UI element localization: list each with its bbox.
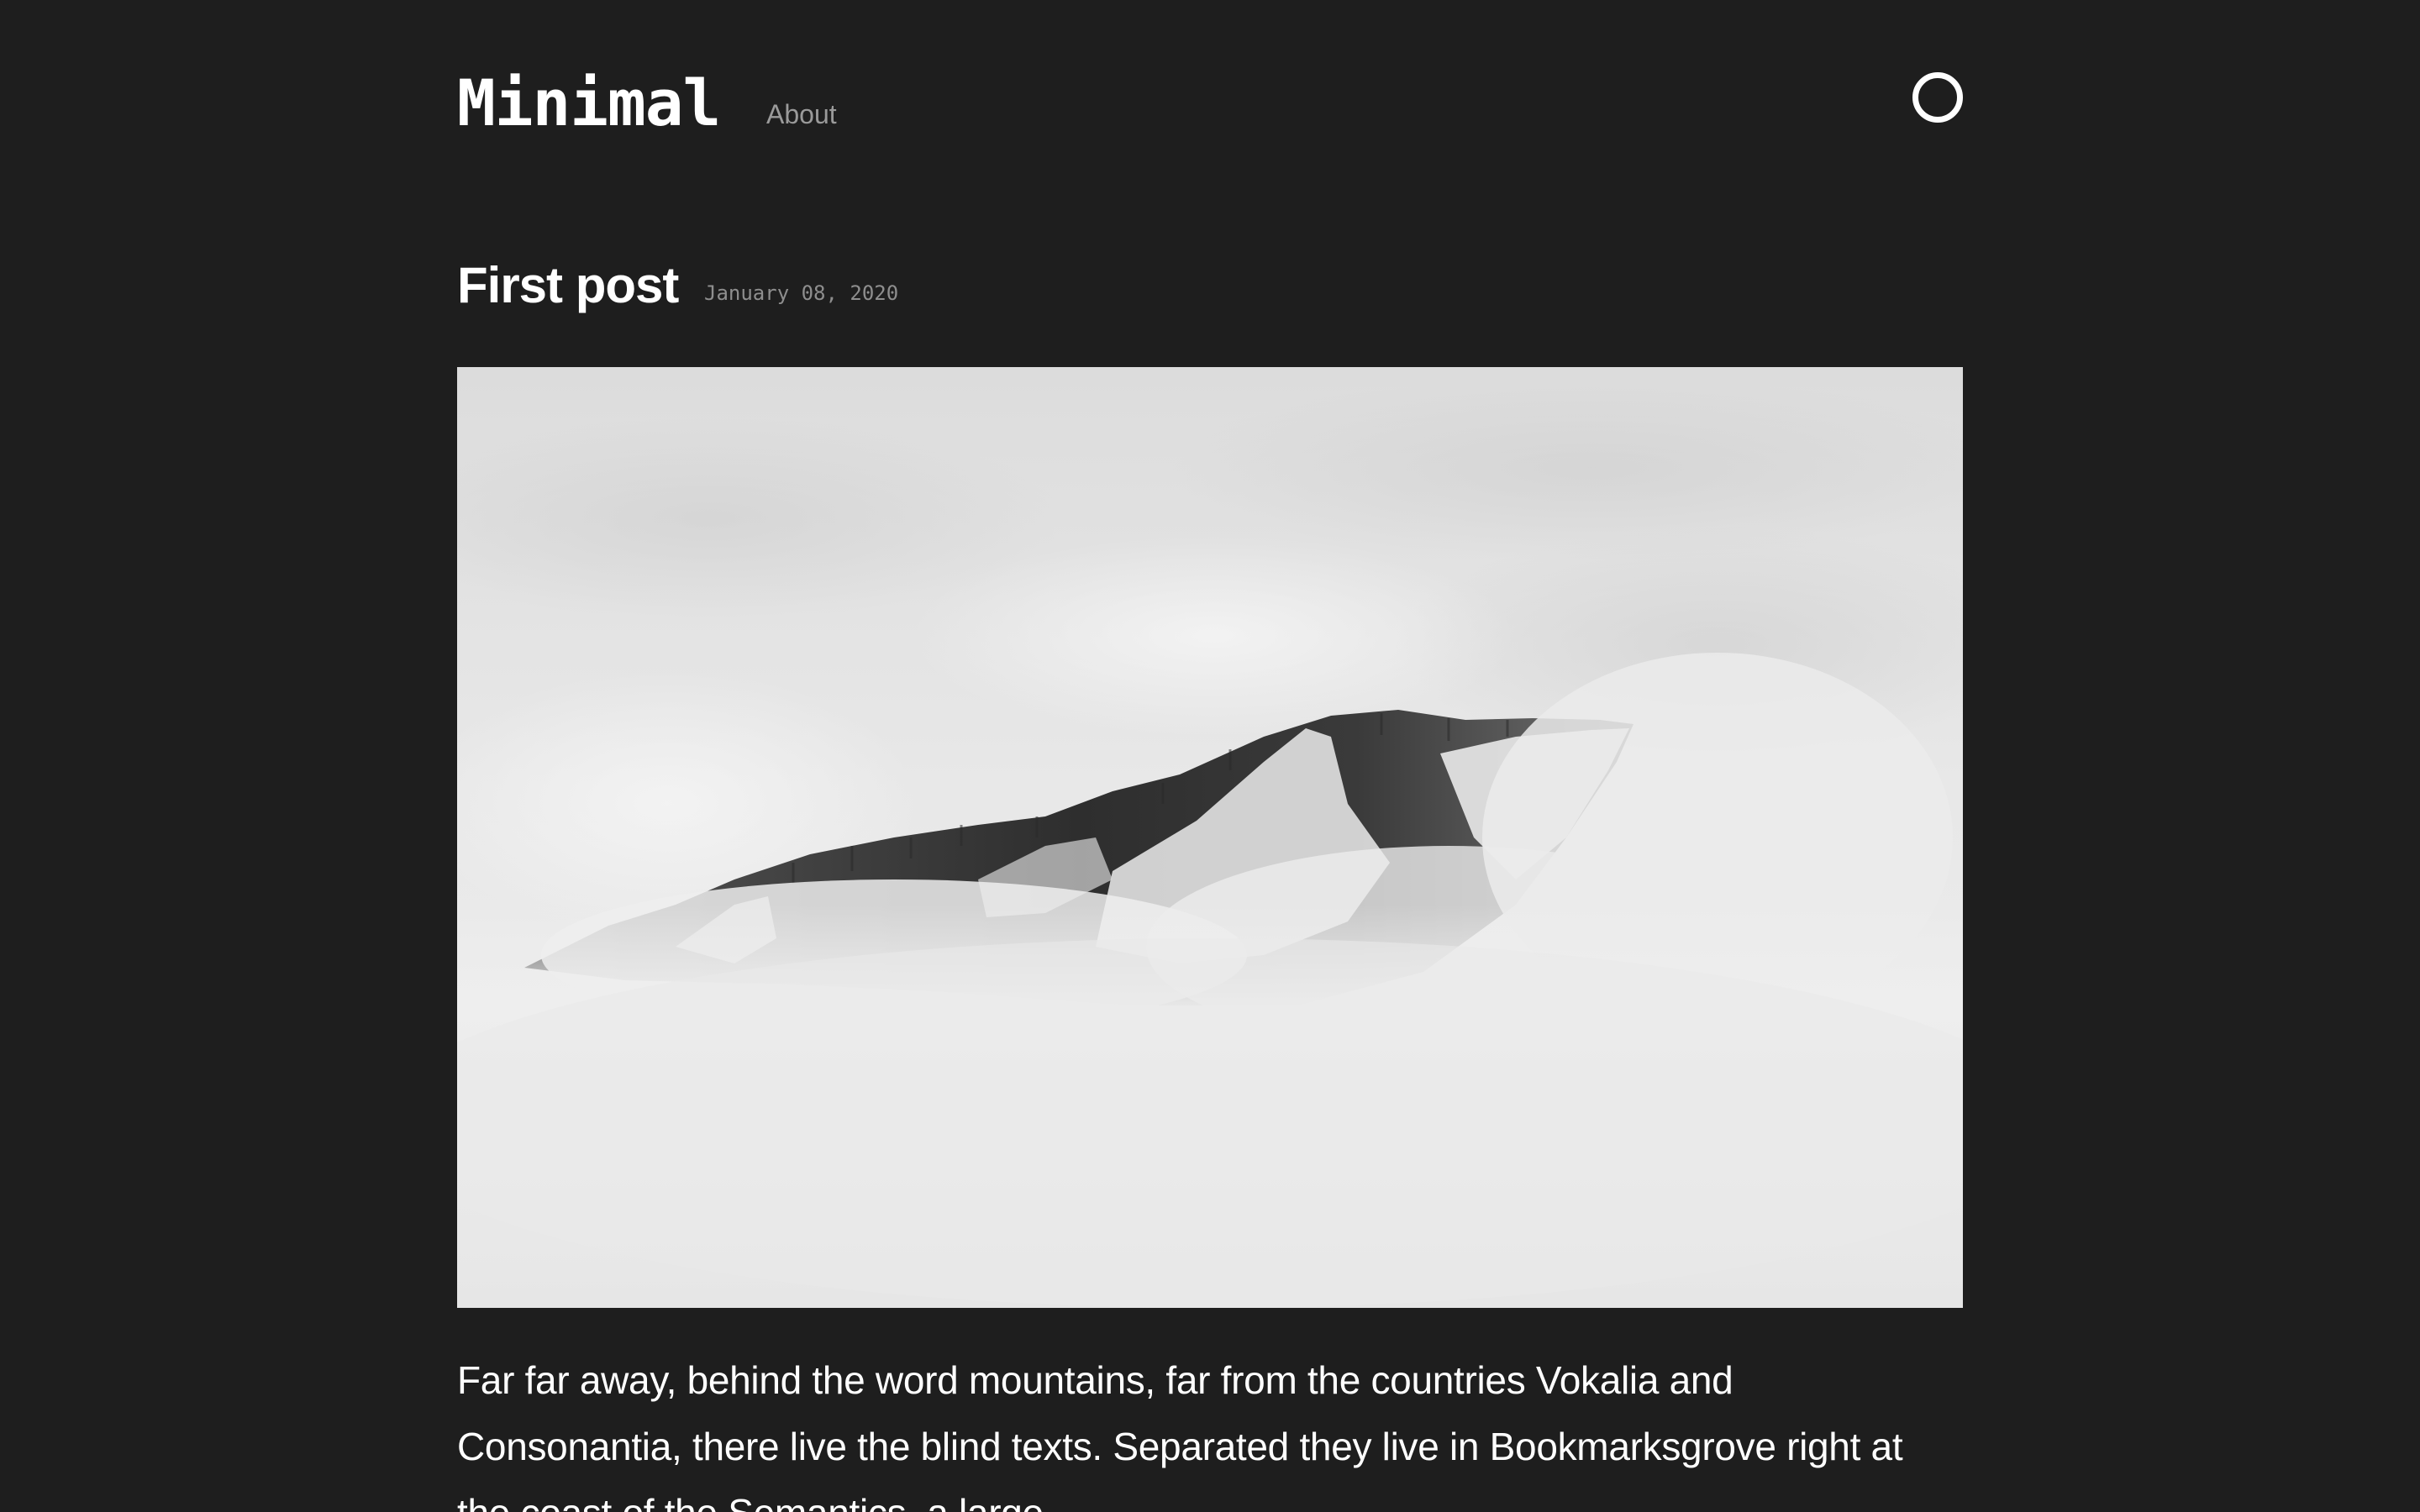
site-header: Minimal About (457, 66, 1963, 141)
site-title-link[interactable]: Minimal (457, 66, 721, 141)
circle-toggle-icon[interactable] (1912, 72, 1963, 123)
post-title: First post (457, 257, 679, 313)
post-hero-image (457, 367, 1963, 1308)
post-date: January 08, 2020 (704, 281, 899, 305)
post-body-text: Far far away, behind the word mountains,… (457, 1358, 1903, 1512)
page: Minimal About First post January 08, 202… (0, 0, 2420, 1512)
nav-link-about[interactable]: About (766, 97, 837, 131)
mountain-photo (457, 367, 1963, 1308)
post-header: First post January 08, 2020 (457, 252, 1963, 319)
